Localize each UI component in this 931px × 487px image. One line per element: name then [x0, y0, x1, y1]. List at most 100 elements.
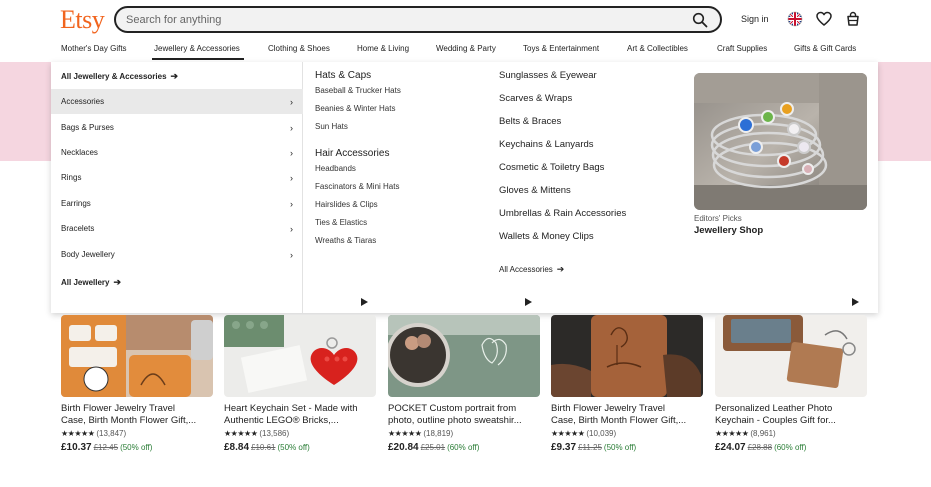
nav-toys-entertainment[interactable]: Toys & Entertainment [523, 44, 599, 53]
subcategory-rings[interactable]: Rings › [51, 165, 303, 190]
review-count: (10,039) [586, 429, 617, 438]
arrow-right-icon: ➔ [113, 277, 122, 287]
product-image-leather-keychain[interactable] [715, 315, 867, 397]
product-rating: ★★★★★ (18,819) [388, 429, 453, 438]
link-wallets-money-clips[interactable]: Wallets & Money Clips [499, 231, 594, 242]
product-rating: ★★★★★ (8,961) [715, 429, 776, 438]
chevron-right-icon: › [290, 123, 293, 133]
product-title-line-1: Heart Keychain Set - Made with [224, 403, 358, 414]
star-rating-icon: ★★★★★ [551, 429, 585, 438]
nav-jewellery-accessories[interactable]: Jewellery & Accessories [154, 44, 240, 53]
sale-price: £20.84 [388, 442, 419, 453]
link-sunglasses-eyewear[interactable]: Sunglasses & Eyewear [499, 70, 597, 81]
cart-icon[interactable] [845, 11, 861, 27]
hats-caps-heading[interactable]: Hats & Caps [315, 70, 371, 81]
review-count: (8,961) [750, 429, 776, 438]
product-title-line-2: photo, outline photo sweatshir... [388, 415, 522, 426]
nav-art-collectibles[interactable]: Art & Collectibles [627, 44, 688, 53]
product-title[interactable]: POCKET Custom portrait from photo, outli… [388, 403, 540, 427]
nav-mothers-day-gifts[interactable]: Mother's Day Gifts [61, 44, 127, 53]
nav-wedding-party[interactable]: Wedding & Party [436, 44, 496, 53]
sale-price: £8.84 [224, 442, 250, 453]
editors-picks-label: Editors' Picks [694, 214, 742, 223]
original-price: £12.45 [93, 443, 119, 452]
active-category-underline [152, 58, 244, 60]
product-image-jewelry-case[interactable] [61, 315, 213, 397]
subcategory-label: Body Jewellery [61, 250, 115, 259]
all-jewellery-accessories-link[interactable]: All Jewellery & Accessories ➔ [51, 63, 303, 88]
link-gloves-mittens[interactable]: Gloves & Mittens [499, 185, 571, 196]
product-title-line-2: Keychain - Couples Gift for... [715, 415, 836, 426]
link-wreaths-tiaras[interactable]: Wreaths & Tiaras [315, 236, 376, 245]
subcategory-bracelets[interactable]: Bracelets › [51, 216, 303, 241]
product-title-line-1: Birth Flower Jewelry Travel [551, 403, 666, 414]
subcategory-body-jewellery[interactable]: Body Jewellery › [51, 242, 303, 267]
video-play-icon[interactable] [846, 294, 863, 311]
link-scarves-wraps[interactable]: Scarves & Wraps [499, 93, 572, 104]
link-headbands[interactable]: Headbands [315, 164, 356, 173]
link-umbrellas-rain-accessories[interactable]: Umbrellas & Rain Accessories [499, 208, 626, 219]
product-image-portrait-sweatshirt[interactable] [388, 315, 540, 397]
product-title[interactable]: Personalized Leather Photo Keychain - Co… [715, 403, 867, 427]
heart-icon[interactable] [816, 11, 832, 27]
nav-craft-supplies[interactable]: Craft Supplies [717, 44, 767, 53]
link-beanies-winter-hats[interactable]: Beanies & Winter Hats [315, 104, 395, 113]
discount-badge: (50% off) [120, 443, 153, 452]
subcategory-necklaces[interactable]: Necklaces › [51, 140, 303, 165]
product-image-leather-case[interactable] [551, 315, 703, 397]
sign-in-link[interactable]: Sign in [741, 14, 769, 24]
nav-gifts-gift-cards[interactable]: Gifts & Gift Cards [794, 44, 856, 53]
sale-price: £9.37 [551, 442, 577, 453]
etsy-logo[interactable]: Etsy [60, 5, 105, 35]
link-belts-braces[interactable]: Belts & Braces [499, 116, 561, 127]
star-rating-icon: ★★★★★ [715, 429, 749, 438]
discount-badge: (50% off) [603, 443, 637, 452]
link-cosmetic-toiletry-bags[interactable]: Cosmetic & Toiletry Bags [499, 162, 604, 173]
video-play-icon[interactable] [355, 294, 372, 311]
product-title-line-2: Case, Birth Month Flower Gift,... [61, 415, 197, 426]
video-play-icon[interactable] [519, 294, 536, 311]
product-title[interactable]: Heart Keychain Set - Made with Authentic… [224, 403, 376, 427]
product-image-heart-keychain[interactable] [224, 315, 376, 397]
subcategory-accessories[interactable]: Accessories › [51, 89, 303, 114]
product-price: £10.37 £12.45 (50% off) [61, 442, 152, 453]
original-price: £25.01 [420, 443, 446, 452]
jewellery-shop-image[interactable] [694, 73, 867, 210]
sale-price: £10.37 [61, 442, 92, 453]
arrow-right-icon: ➔ [170, 71, 179, 81]
product-title[interactable]: Birth Flower Jewelry Travel Case, Birth … [551, 403, 703, 427]
chevron-right-icon: › [290, 199, 293, 209]
product-rating: ★★★★★ (10,039) [551, 429, 616, 438]
search-input[interactable] [126, 12, 666, 28]
product-rating: ★★★★★ (13,847) [61, 429, 126, 438]
product-title[interactable]: Birth Flower Jewelry Travel Case, Birth … [61, 403, 213, 427]
subcategory-list: All Jewellery & Accessories ➔ Accessories… [51, 62, 303, 313]
nav-clothing-shoes[interactable]: Clothing & Shoes [268, 44, 330, 53]
subcategory-label: Necklaces [61, 148, 98, 157]
subcategory-earrings[interactable]: Earrings › [51, 191, 303, 216]
link-ties-elastics[interactable]: Ties & Elastics [315, 218, 367, 227]
link-baseball-trucker-hats[interactable]: Baseball & Trucker Hats [315, 86, 401, 95]
nav-home-living[interactable]: Home & Living [357, 44, 409, 53]
link-hairslides-clips[interactable]: Hairslides & Clips [315, 200, 378, 209]
chevron-right-icon: › [290, 173, 293, 183]
subcategory-label: Bracelets [61, 224, 95, 233]
link-sun-hats[interactable]: Sun Hats [315, 122, 348, 131]
product-price: £8.84 £10.61 (50% off) [224, 442, 310, 453]
all-jewellery-accessories-label: All Jewellery & Accessories [61, 72, 167, 81]
search-bar[interactable] [114, 6, 722, 33]
star-rating-icon: ★★★★★ [388, 429, 422, 438]
subcategory-label: Bags & Purses [61, 123, 114, 132]
link-keychains-lanyards[interactable]: Keychains & Lanyards [499, 139, 594, 150]
link-fascinators-mini-hats[interactable]: Fascinators & Mini Hats [315, 182, 399, 191]
original-price: £28.88 [747, 443, 773, 452]
chevron-right-icon: › [290, 224, 293, 234]
search-icon[interactable] [692, 12, 708, 28]
category-nav: Mother's Day Gifts Jewellery & Accessori… [0, 40, 931, 60]
subcategory-bags-purses[interactable]: Bags & Purses › [51, 115, 303, 140]
jewellery-shop-link[interactable]: Jewellery Shop [694, 225, 763, 236]
all-jewellery-link[interactable]: All Jewellery ➔ [51, 269, 303, 294]
all-accessories-link[interactable]: All Accessories ➔ [499, 264, 564, 275]
hair-accessories-heading[interactable]: Hair Accessories [315, 148, 389, 159]
uk-flag-icon[interactable] [787, 11, 803, 27]
